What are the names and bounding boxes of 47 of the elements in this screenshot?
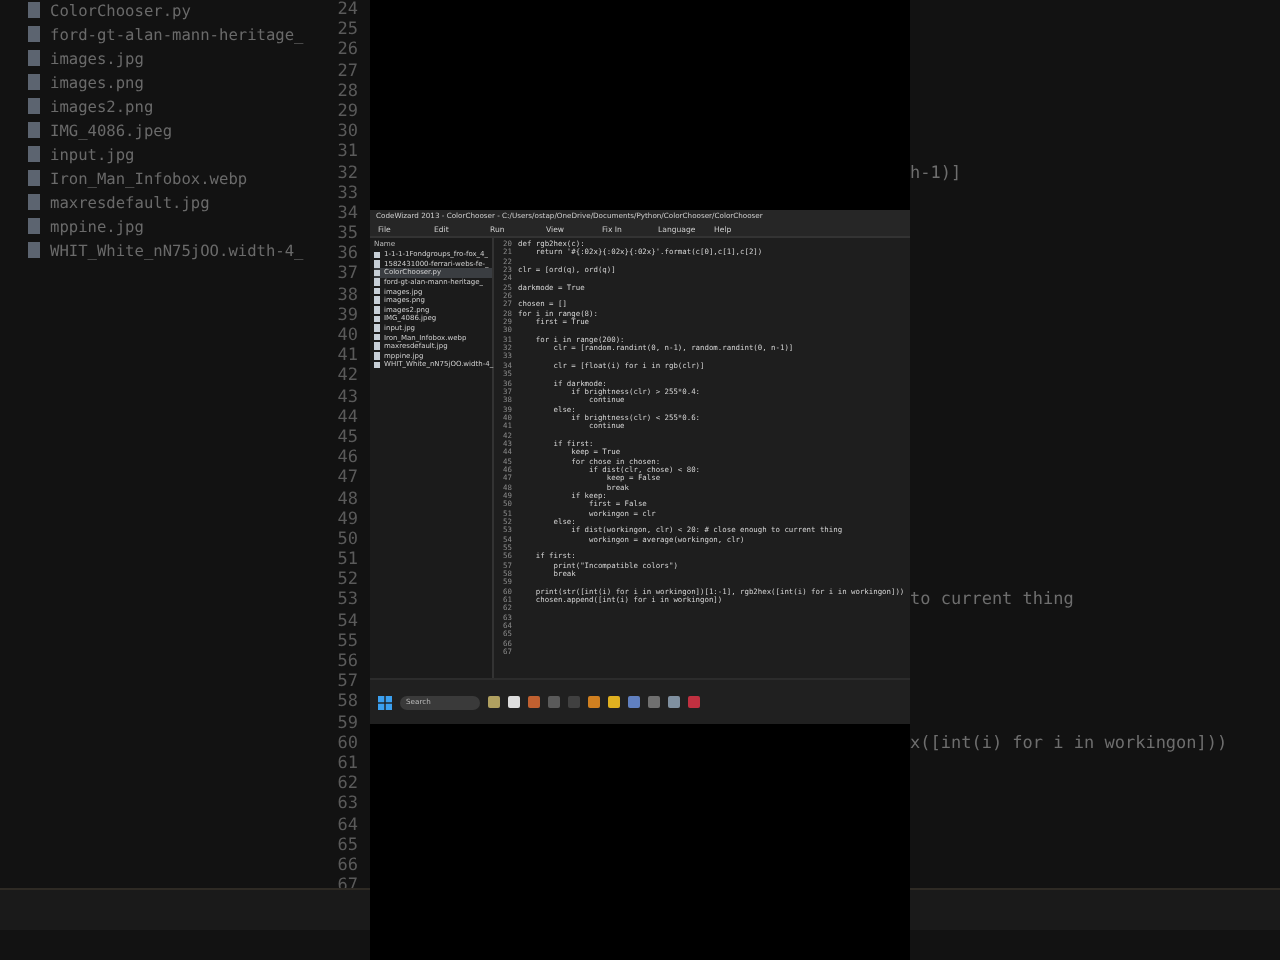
line-number: 37 bbox=[337, 264, 358, 286]
line-number: 33 bbox=[337, 183, 358, 204]
line-number: 64 bbox=[337, 815, 358, 836]
line-number: 47 bbox=[337, 468, 358, 489]
line-number: 66 bbox=[337, 855, 358, 877]
line-number: 42 bbox=[337, 366, 358, 388]
line-number: 32 bbox=[337, 163, 358, 184]
code-text: to current thing bbox=[910, 590, 1074, 611]
line-number: 41 bbox=[337, 346, 358, 367]
line-number: 61 bbox=[337, 753, 358, 775]
line-number: 50 bbox=[337, 529, 358, 551]
line-number: 53 bbox=[337, 590, 358, 612]
line-number: 65 bbox=[337, 835, 358, 856]
line-number: 27 bbox=[337, 61, 358, 82]
line-number: 31 bbox=[337, 142, 358, 163]
line-number: 29 bbox=[337, 101, 358, 123]
line-number: 60 bbox=[337, 733, 358, 754]
line-number: 57 bbox=[337, 672, 358, 693]
code-text: h-1)] bbox=[910, 163, 962, 183]
line-number: 58 bbox=[337, 692, 358, 714]
line-number: 34 bbox=[337, 203, 358, 225]
line-number: 49 bbox=[337, 509, 358, 530]
line-number: 55 bbox=[337, 631, 358, 652]
line-number: 44 bbox=[337, 407, 358, 428]
line-number: 26 bbox=[337, 40, 358, 62]
windows-logo-icon[interactable] bbox=[378, 695, 392, 709]
line-number: 28 bbox=[337, 81, 358, 102]
line-number: 63 bbox=[337, 794, 358, 815]
line-number: 45 bbox=[337, 427, 358, 449]
line-number: 24 bbox=[337, 0, 358, 21]
line-number: 39 bbox=[337, 305, 358, 326]
line-number: 62 bbox=[337, 774, 358, 795]
line-number: 48 bbox=[337, 489, 358, 510]
line-number: 59 bbox=[337, 713, 358, 734]
line-number: 52 bbox=[337, 570, 358, 591]
line-number: 36 bbox=[337, 244, 358, 265]
line-number: 51 bbox=[337, 550, 358, 571]
line-number: 56 bbox=[337, 652, 358, 673]
line-number: 30 bbox=[337, 122, 358, 143]
code-text: x([int(i) for i in workingon])) bbox=[910, 733, 1228, 754]
line-number: 40 bbox=[337, 326, 358, 347]
line-number: 25 bbox=[337, 20, 358, 41]
line-number: 38 bbox=[337, 285, 358, 306]
line-number: 43 bbox=[337, 387, 358, 408]
line-number: 35 bbox=[337, 224, 358, 245]
line-number: 46 bbox=[337, 448, 358, 469]
line-number: 54 bbox=[337, 611, 358, 632]
